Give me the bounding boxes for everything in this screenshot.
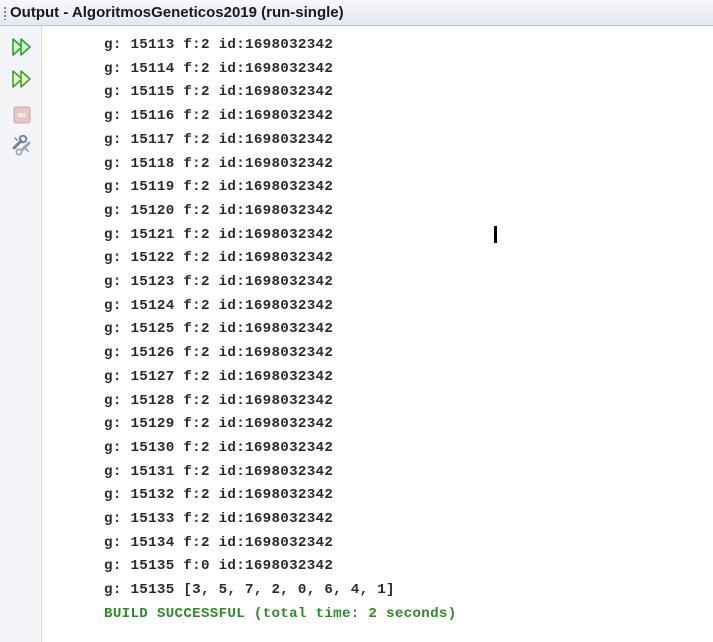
output-line: g: 15119 f:2 id:1698032342 xyxy=(104,179,334,196)
text-cursor xyxy=(494,226,497,243)
output-line: g: 15133 f:2 id:1698032342 xyxy=(104,511,334,527)
output-line: g: 15118 f:2 id:1698032342 xyxy=(104,155,334,172)
output-line: g: 15135 f:0 id:1698032342 xyxy=(104,558,334,575)
output-line: g: 15126 f:2 id:1698032342 xyxy=(104,345,334,362)
stop-icon xyxy=(13,106,31,124)
output-line: g: 15135 [3, 5, 7, 2, 0, 6, 4, 1] xyxy=(104,582,395,599)
output-line: g: 15129 f:2 id:1698032342 xyxy=(104,416,334,433)
drag-grip-icon[interactable] xyxy=(3,5,7,20)
settings-button[interactable] xyxy=(11,134,33,156)
output-line: g: 15121 f:2 id:1698032342 xyxy=(104,226,334,243)
output-line: g: 15134 f:2 id:1698032342 xyxy=(104,534,334,551)
output-line: g: 15115 f:2 id:1698032342 xyxy=(104,84,334,101)
stop-button[interactable] xyxy=(11,104,33,126)
rerun-button[interactable] xyxy=(11,36,33,58)
output-tab-title[interactable]: Output - AlgoritmosGeneticos2019 (run-si… xyxy=(10,4,344,21)
output-line: g: 15117 f:2 id:1698032342 xyxy=(104,131,334,148)
wrench-icon xyxy=(12,134,31,156)
output-line: g: 15131 f:2 id:1698032342 xyxy=(104,463,334,480)
output-line: g: 15113 f:2 id:1698032342 xyxy=(104,37,334,53)
output-title-bar[interactable]: Output - AlgoritmosGeneticos2019 (run-si… xyxy=(0,0,713,26)
output-line: g: 15125 f:2 id:1698032342 xyxy=(104,321,334,338)
output-line: g: 15124 f:2 id:1698032342 xyxy=(104,297,334,314)
output-console[interactable]: g: 15113 f:2 id:1698032342 g: 15114 f:2 … xyxy=(42,26,713,642)
rerun-with-different-parameters-button[interactable] xyxy=(11,68,33,90)
output-line: g: 15116 f:2 id:1698032342 xyxy=(104,108,334,125)
double-play-icon xyxy=(12,38,31,56)
output-line: g: 15123 f:2 id:1698032342 xyxy=(104,274,334,290)
output-toolbar xyxy=(0,26,42,642)
output-line: g: 15132 f:2 id:1698032342 xyxy=(104,487,334,504)
output-window: Output - AlgoritmosGeneticos2019 (run-si… xyxy=(0,0,713,642)
output-line: g: 15114 f:2 id:1698032342 xyxy=(104,60,334,77)
output-line: g: 15127 f:2 id:1698032342 xyxy=(104,368,334,385)
build-status-line: BUILD SUCCESSFUL (total time: 2 seconds) xyxy=(104,605,457,622)
output-line: g: 15130 f:2 id:1698032342 xyxy=(104,439,334,456)
output-line: g: 15122 f:2 id:1698032342 xyxy=(104,250,334,267)
output-line: g: 15120 f:2 id:1698032342 xyxy=(104,202,334,219)
output-line: g: 15128 f:2 id:1698032342 xyxy=(104,392,334,409)
double-play-icon xyxy=(12,70,31,88)
